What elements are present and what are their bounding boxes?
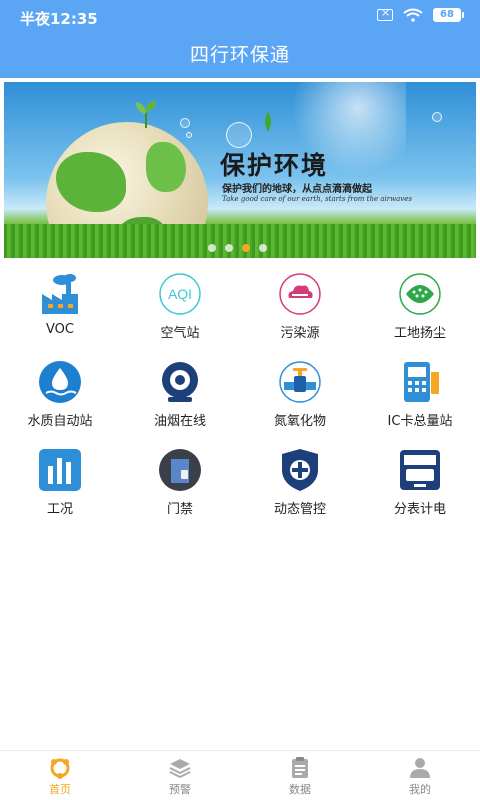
- nav-label: 首页: [49, 783, 71, 796]
- access-door-icon: [159, 449, 201, 491]
- wifi-icon: [403, 8, 423, 22]
- battery-icon: 68: [433, 8, 464, 22]
- page-title: 四行环保通: [189, 44, 290, 66]
- feature-grid: VOC AQI 空气站 污染源 工地扬尘 水质自动站 油烟在线 氮氧化物 IC卡…: [0, 272, 480, 520]
- feature-label: 工地扬尘: [393, 326, 446, 341]
- feature-sub-metering[interactable]: 分表计电: [360, 448, 480, 520]
- factory-icon: [42, 274, 78, 314]
- nav-label: 预警: [169, 783, 191, 796]
- ic-card-icon: [404, 362, 439, 402]
- bubble-decor: [432, 112, 442, 122]
- feature-dynamic-control[interactable]: 动态管控: [240, 448, 360, 520]
- pipeline-icon: [279, 361, 321, 403]
- nav-home[interactable]: 首页: [0, 751, 120, 800]
- feature-access-control[interactable]: 门禁: [120, 448, 240, 520]
- feature-pollution-source[interactable]: 污染源: [240, 272, 360, 344]
- pollution-cloud-icon: [279, 273, 321, 315]
- water-drop-icon: [39, 361, 81, 403]
- nav-label: 我的: [409, 783, 431, 796]
- carousel-dot[interactable]: [208, 244, 216, 252]
- nav-profile[interactable]: 我的: [360, 751, 480, 800]
- clipboard-icon: [292, 757, 308, 778]
- leaf-icon: [265, 112, 271, 132]
- feature-label: 油烟在线: [153, 414, 206, 429]
- status-time: 半夜12:35: [20, 10, 98, 28]
- feature-water-quality[interactable]: 水质自动站: [0, 360, 120, 432]
- carousel-dot[interactable]: [259, 244, 267, 252]
- feature-label: 动态管控: [273, 502, 326, 517]
- feature-label: 门禁: [166, 502, 193, 517]
- bubble-decor: [226, 122, 252, 148]
- fume-sensor-icon: [162, 362, 198, 402]
- feature-voc[interactable]: VOC: [0, 272, 120, 344]
- feature-label: IC卡总量站: [387, 414, 453, 429]
- battery-level: 68: [433, 8, 461, 22]
- nav-warning[interactable]: 预警: [120, 751, 240, 800]
- status-icons: 68: [377, 6, 464, 22]
- feature-label: 工况: [46, 502, 73, 517]
- app-header: 半夜12:35 68 四行环保通: [0, 0, 480, 78]
- svg-text:AQI: AQI: [168, 286, 192, 302]
- bubble-decor: [180, 118, 190, 128]
- feature-fume-online[interactable]: 油烟在线: [120, 360, 240, 432]
- bar-chart-icon: [39, 449, 81, 491]
- banner-carousel[interactable]: 保护环境 保护我们的地球，从点点滴滴做起 Take good care of o…: [4, 82, 476, 258]
- feature-label: 污染源: [280, 326, 320, 341]
- meter-icon: [400, 450, 440, 490]
- sprout-icon: [136, 100, 156, 128]
- feature-label: VOC: [46, 322, 74, 337]
- carousel-dot[interactable]: [225, 244, 233, 252]
- dust-icon: [399, 273, 441, 315]
- banner-subtitle: 保护我们的地球，从点点滴滴做起: [222, 184, 372, 195]
- home-icon: [50, 758, 70, 779]
- feature-label: 氮氧化物: [273, 414, 326, 429]
- grass-decor: [4, 224, 476, 258]
- banner-title: 保护环境: [220, 151, 329, 180]
- user-icon: [410, 758, 430, 778]
- layers-icon: [169, 759, 191, 779]
- aqi-icon: AQI: [159, 273, 201, 315]
- feature-label: 空气站: [160, 326, 200, 341]
- carousel-dots: [208, 244, 267, 252]
- carousel-dot-active[interactable]: [242, 244, 250, 252]
- bubble-decor: [186, 132, 192, 138]
- banner-english: Take good care of our earth, starts from…: [222, 195, 412, 203]
- feature-site-dust[interactable]: 工地扬尘: [360, 272, 480, 344]
- feature-air-station[interactable]: AQI 空气站: [120, 272, 240, 344]
- nav-data[interactable]: 数据: [240, 751, 360, 800]
- shield-icon: [282, 449, 318, 491]
- feature-label: 水质自动站: [27, 414, 93, 429]
- nav-label: 数据: [289, 783, 311, 796]
- feature-working-condition[interactable]: 工况: [0, 448, 120, 520]
- no-sim-icon: [377, 6, 393, 21]
- feature-nitrogen-oxides[interactable]: 氮氧化物: [240, 360, 360, 432]
- status-bar: 半夜12:35 68: [0, 0, 480, 32]
- feature-ic-card-station[interactable]: IC卡总量站: [360, 360, 480, 432]
- bottom-nav: 首页 预警 数据 我的: [0, 750, 480, 800]
- feature-label: 分表计电: [393, 502, 446, 517]
